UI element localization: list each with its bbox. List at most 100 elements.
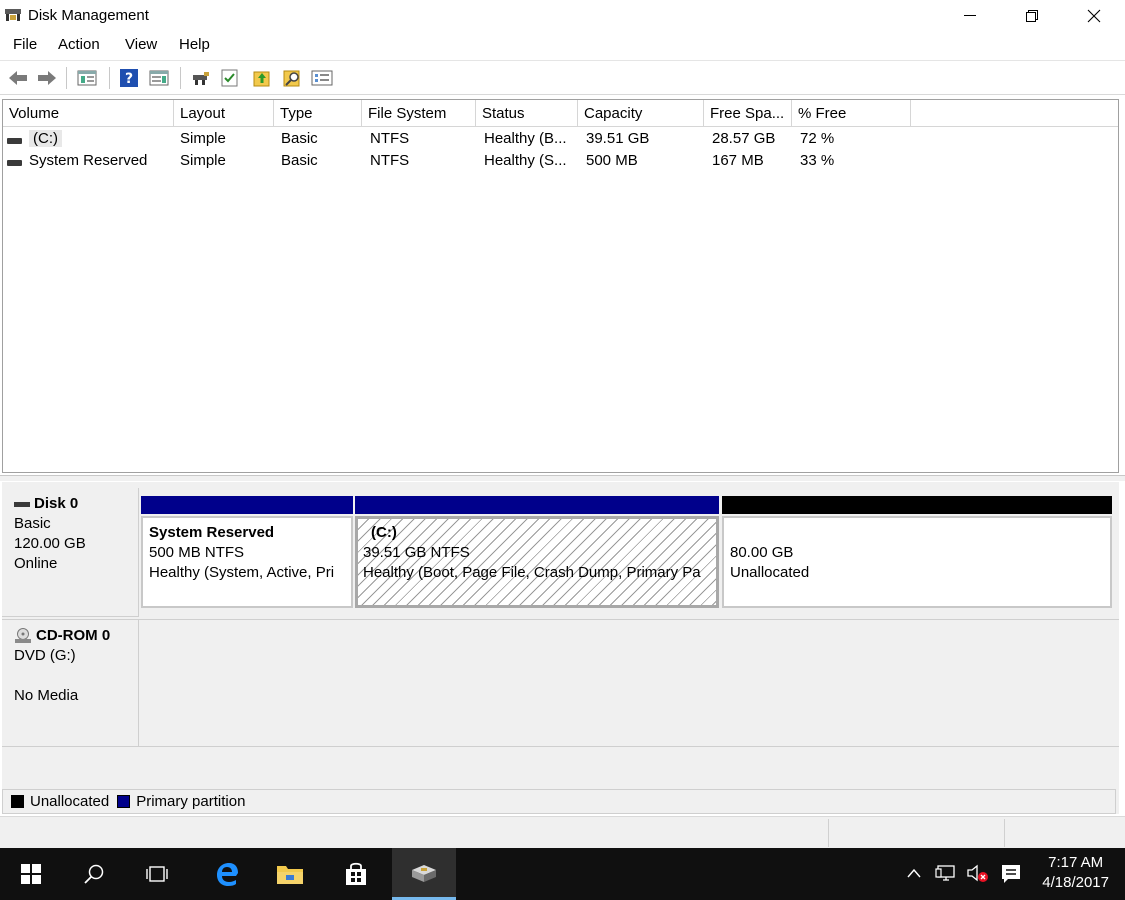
action-pane-icon[interactable]: [149, 68, 169, 88]
chevron-up-icon: [907, 868, 921, 878]
legend-swatch-primary: [117, 795, 131, 808]
menu-file[interactable]: File: [13, 36, 37, 53]
list-header: Volume Layout Type File System Status Ca…: [3, 100, 1118, 127]
disk-management-taskbar-button[interactable]: [392, 848, 456, 900]
cdrom-0-area[interactable]: [139, 619, 1119, 747]
partition-status: Healthy (Boot, Page File, Crash Dump, Pr…: [363, 564, 701, 581]
show-hidden-icons-button[interactable]: [905, 863, 923, 887]
column-header-file-system[interactable]: File System: [362, 100, 476, 127]
column-header-type[interactable]: Type: [274, 100, 362, 127]
volume-list[interactable]: Volume Layout Type File System Status Ca…: [2, 99, 1119, 473]
partition-size: 80.00 GB: [730, 544, 794, 561]
partition-bar: [722, 496, 1112, 514]
disk-size: 120.00 GB: [14, 535, 86, 552]
restore-button[interactable]: [1001, 0, 1063, 31]
volume-row[interactable]: System Reserved Simple Basic NTFS Health…: [3, 150, 1118, 172]
volume-percent-free: 72 %: [800, 130, 835, 147]
disk-type: Basic: [14, 515, 51, 532]
clock[interactable]: 7:17 AM 4/18/2017: [1042, 853, 1109, 893]
cdrom-0-label[interactable]: CD-ROM 0 DVD (G:) No Media: [2, 619, 139, 747]
volume-name: System Reserved: [29, 152, 148, 169]
search-icon[interactable]: [282, 68, 302, 88]
edge-button[interactable]: [196, 848, 258, 900]
title-bar: Disk Management: [0, 0, 1125, 31]
cdrom-name: CD-ROM 0: [36, 627, 111, 644]
partition-c-drive[interactable]: (C:) 39.51 GB NTFS Healthy (Boot, Page F…: [355, 496, 719, 608]
volume-layout: Simple: [180, 130, 226, 147]
volume-type: Basic: [281, 152, 318, 169]
column-header-volume[interactable]: Volume: [3, 100, 174, 127]
close-button[interactable]: [1063, 0, 1125, 31]
toolbar-separator: [66, 67, 67, 89]
minimize-button[interactable]: [939, 0, 1001, 31]
forward-icon[interactable]: [36, 68, 56, 88]
start-button[interactable]: [0, 848, 62, 900]
column-header-free-space[interactable]: Free Spa...: [704, 100, 792, 127]
volume-file-system: NTFS: [370, 152, 410, 169]
menu-help[interactable]: Help: [179, 36, 210, 53]
column-header-layout[interactable]: Layout: [174, 100, 274, 127]
cd-drive-icon: [15, 628, 31, 643]
action-center-button[interactable]: [1000, 863, 1022, 889]
column-header-percent-free[interactable]: % Free: [792, 100, 911, 127]
disk-state: Online: [14, 555, 58, 572]
network-status-button[interactable]: [935, 863, 957, 887]
network-icon: [935, 865, 955, 881]
edge-icon: [217, 863, 238, 886]
column-header-capacity[interactable]: Capacity: [578, 100, 704, 127]
disk-name: Disk 0: [34, 495, 79, 512]
status-divider: [1004, 819, 1005, 847]
volume-icon: [7, 160, 22, 166]
legend: Unallocated Primary partition: [2, 789, 1116, 814]
rescan-icon[interactable]: [252, 68, 272, 88]
search-button[interactable]: [63, 848, 125, 900]
check-icon[interactable]: [220, 68, 240, 88]
partition-unallocated[interactable]: 80.00 GB Unallocated: [722, 496, 1112, 608]
volume-layout: Simple: [180, 152, 226, 169]
connect-icon[interactable]: [191, 68, 211, 88]
cdrom-media: No Media: [14, 687, 79, 704]
toolbar: ?: [0, 60, 1125, 95]
volume-name: (C:): [29, 130, 62, 147]
task-view-icon: [146, 866, 168, 882]
volume-percent-free: 33 %: [800, 152, 835, 169]
volume-status: Healthy (S...: [484, 152, 567, 169]
status-bar: [0, 816, 1125, 848]
volume-row[interactable]: (C:) Simple Basic NTFS Healthy (B... 39.…: [3, 128, 1118, 150]
volume-type: Basic: [281, 130, 318, 147]
column-header-status[interactable]: Status: [476, 100, 578, 127]
partition-name: (C:): [371, 524, 397, 541]
disk-0-label[interactable]: Disk 0 Basic 120.00 GB Online: [2, 488, 139, 617]
partition-size: 500 MB NTFS: [149, 544, 245, 561]
partition-status: Unallocated: [730, 564, 810, 581]
restore-icon: [1026, 9, 1038, 22]
clock-date: 4/18/2017: [1042, 874, 1109, 891]
file-explorer-icon: [277, 866, 303, 884]
properties-icon[interactable]: [311, 68, 333, 88]
volume-button[interactable]: [966, 863, 990, 887]
menu-action[interactable]: Action: [58, 36, 100, 53]
windows-start-icon: [21, 864, 41, 884]
svg-text:?: ?: [125, 71, 133, 87]
menu-bar: File Action View Help: [0, 32, 1125, 59]
close-icon: [1087, 9, 1101, 22]
disk-management-icon: [412, 864, 436, 882]
volume-capacity: 500 MB: [586, 152, 638, 169]
back-icon[interactable]: [7, 68, 27, 88]
volume-free-space: 167 MB: [712, 152, 764, 169]
store-button[interactable]: [325, 848, 387, 900]
volume-file-system: NTFS: [370, 130, 410, 147]
help-icon[interactable]: ?: [119, 68, 139, 88]
task-view-button[interactable]: [126, 848, 188, 900]
partition-system-reserved[interactable]: System Reserved 500 MB NTFS Healthy (Sys…: [141, 496, 353, 608]
volume-icon: [7, 138, 22, 144]
pane-splitter[interactable]: [0, 475, 1125, 481]
console-tree-icon[interactable]: [77, 68, 97, 88]
file-explorer-button[interactable]: [259, 848, 321, 900]
partition-size: 39.51 GB NTFS: [363, 544, 470, 561]
legend-label-unallocated: Unallocated: [30, 793, 110, 810]
partition-status: Healthy (System, Active, Pri: [149, 564, 335, 581]
menu-view[interactable]: View: [125, 36, 157, 53]
legend-swatch-unallocated: [11, 795, 24, 808]
disk-graphical-pane: Disk 0 Basic 120.00 GB Online System Res…: [2, 482, 1119, 814]
